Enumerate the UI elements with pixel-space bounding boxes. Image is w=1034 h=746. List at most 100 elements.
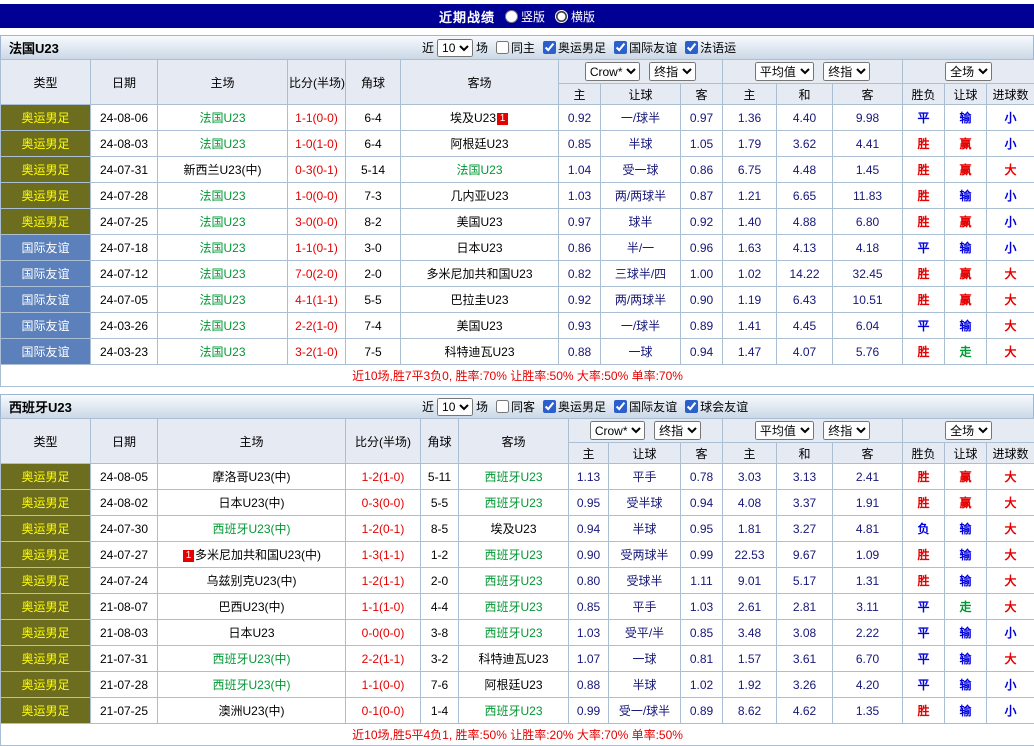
asian-handicap: 半球 xyxy=(609,516,681,542)
asian-away-odds: 1.11 xyxy=(681,568,723,594)
match-date: 24-08-05 xyxy=(91,464,158,490)
same-venue-option[interactable]: 同主 xyxy=(491,39,535,56)
index-type-select[interactable]: 终指 xyxy=(649,62,696,81)
col-euro-home: 主 xyxy=(723,443,777,464)
result-goals: 大 xyxy=(987,464,1034,490)
games-label: 场 xyxy=(476,39,488,56)
average-select[interactable]: 平均值 xyxy=(755,62,814,81)
horizontal-radio[interactable] xyxy=(555,10,568,23)
euro-draw-odds: 4.40 xyxy=(777,105,833,131)
away-team: 美国U23 xyxy=(401,209,559,235)
games-count-select[interactable]: 10 xyxy=(437,398,473,416)
euro-draw-odds: 4.45 xyxy=(777,313,833,339)
corner-count: 5-14 xyxy=(346,157,401,183)
index-type-select-2[interactable]: 终指 xyxy=(823,62,870,81)
league-other-option[interactable]: 法语运 xyxy=(680,39,736,56)
euro-home-odds: 1.40 xyxy=(723,209,777,235)
col-euro-home: 主 xyxy=(723,84,777,105)
corner-count: 7-4 xyxy=(346,313,401,339)
euro-draw-odds: 9.67 xyxy=(777,542,833,568)
topbar: 近期战绩 竖版 横版 xyxy=(0,4,1034,28)
layout-vertical-option[interactable]: 竖版 xyxy=(505,8,545,25)
asian-away-odds: 0.81 xyxy=(681,646,723,672)
away-team-name: 西班牙U23 xyxy=(484,626,542,640)
home-team-name: 日本U23(中) xyxy=(218,496,284,510)
league-club-friendly-option[interactable]: 球会友谊 xyxy=(680,398,748,415)
league-olympic-option[interactable]: 奥运男足 xyxy=(538,398,606,415)
home-team: 法国U23 xyxy=(158,313,288,339)
asian-home-odds: 0.97 xyxy=(559,209,601,235)
away-team: 科特迪瓦U23 xyxy=(459,646,569,672)
bookmaker-select[interactable]: Crow* xyxy=(585,62,640,81)
col-result-outcome: 胜负 xyxy=(903,443,945,464)
match-row: 奥运男足24-08-03法国U231-0(1-0)6-4阿根廷U230.85半球… xyxy=(1,131,1034,157)
same-venue-checkbox[interactable] xyxy=(496,400,509,413)
result-outcome: 平 xyxy=(903,620,945,646)
league-other-checkbox[interactable] xyxy=(685,41,698,54)
corner-count: 7-3 xyxy=(346,183,401,209)
result-handicap: 输 xyxy=(945,672,987,698)
col-euro-draw: 和 xyxy=(777,443,833,464)
summary-row: 近10场,胜5平4负1, 胜率:50% 让胜率:20% 大率:70% 单率:50… xyxy=(1,724,1034,746)
layout-horizontal-option[interactable]: 横版 xyxy=(555,8,595,25)
league-olympic-checkbox[interactable] xyxy=(543,41,556,54)
result-goals: 小 xyxy=(987,131,1034,157)
match-score: 0-3(0-0) xyxy=(346,490,421,516)
asian-home-odds: 0.88 xyxy=(559,339,601,365)
col-corner: 角球 xyxy=(421,419,459,464)
index-type-select-2[interactable]: 终指 xyxy=(823,421,870,440)
home-team: 日本U23(中) xyxy=(158,490,346,516)
result-goals: 大 xyxy=(987,490,1034,516)
asian-handicap: 两/两球半 xyxy=(601,287,681,313)
col-asian-home: 主 xyxy=(559,84,601,105)
result-handicap: 输 xyxy=(945,235,987,261)
games-count-select[interactable]: 10 xyxy=(437,39,473,57)
euro-home-odds: 1.63 xyxy=(723,235,777,261)
summary-text: 近10场,胜5平4负1, 胜率:50% 让胜率:20% 大率:70% 单率:50… xyxy=(1,724,1034,746)
result-handicap: 输 xyxy=(945,542,987,568)
league-friendly-option[interactable]: 国际友谊 xyxy=(609,39,677,56)
league-friendly-option[interactable]: 国际友谊 xyxy=(609,398,677,415)
away-team-name: 西班牙U23 xyxy=(484,548,542,562)
league-friendly-checkbox[interactable] xyxy=(614,400,627,413)
match-score: 7-0(2-0) xyxy=(288,261,346,287)
match-type: 奥运男足 xyxy=(1,157,91,183)
asian-away-odds: 0.85 xyxy=(681,620,723,646)
same-venue-checkbox[interactable] xyxy=(496,41,509,54)
match-row: 奥运男足24-07-28法国U231-0(0-0)7-3几内亚U231.03两/… xyxy=(1,183,1034,209)
asian-handicap: 一球 xyxy=(601,339,681,365)
match-score: 0-0(0-0) xyxy=(346,620,421,646)
euro-home-odds: 6.75 xyxy=(723,157,777,183)
away-team: 西班牙U23 xyxy=(459,594,569,620)
home-team-name: 多米尼加共和国U23(中) xyxy=(195,548,321,562)
match-date: 21-07-25 xyxy=(91,698,158,724)
index-type-select[interactable]: 终指 xyxy=(654,421,701,440)
same-venue-option[interactable]: 同客 xyxy=(491,398,535,415)
league-olympic-checkbox[interactable] xyxy=(543,400,556,413)
match-row: 奥运男足24-07-271多米尼加共和国U23(中)1-3(1-1)1-2西班牙… xyxy=(1,542,1034,568)
result-goals: 大 xyxy=(987,594,1034,620)
league-friendly-label: 国际友谊 xyxy=(629,398,677,415)
league-olympic-option[interactable]: 奥运男足 xyxy=(538,39,606,56)
scope-select[interactable]: 全场 xyxy=(945,62,992,81)
away-team-name: 科特迪瓦U23 xyxy=(444,345,514,359)
away-team: 西班牙U23 xyxy=(459,464,569,490)
euro-draw-odds: 4.13 xyxy=(777,235,833,261)
bookmaker-select[interactable]: Crow* xyxy=(590,421,645,440)
filter-bar: 近 10 场 同主 奥运男足 国际友谊 法语运 xyxy=(422,36,736,59)
col-date: 日期 xyxy=(91,419,158,464)
euro-away-odds: 10.51 xyxy=(833,287,903,313)
result-group-header: 全场 xyxy=(903,419,1034,443)
league-club-friendly-checkbox[interactable] xyxy=(685,400,698,413)
scope-select[interactable]: 全场 xyxy=(945,421,992,440)
match-row: 奥运男足24-08-02日本U23(中)0-3(0-0)5-5西班牙U230.9… xyxy=(1,490,1034,516)
away-team: 埃及U231 xyxy=(401,105,559,131)
matches-table: 类型 日期 主场 比分(半场) 角球 客场 Crow* 终指 平均值 终指 xyxy=(0,59,1034,387)
league-friendly-checkbox[interactable] xyxy=(614,41,627,54)
average-select[interactable]: 平均值 xyxy=(755,421,814,440)
result-goals: 大 xyxy=(987,542,1034,568)
result-outcome: 胜 xyxy=(903,183,945,209)
euro-draw-odds: 3.62 xyxy=(777,131,833,157)
vertical-radio[interactable] xyxy=(505,10,518,23)
away-team: 几内亚U23 xyxy=(401,183,559,209)
